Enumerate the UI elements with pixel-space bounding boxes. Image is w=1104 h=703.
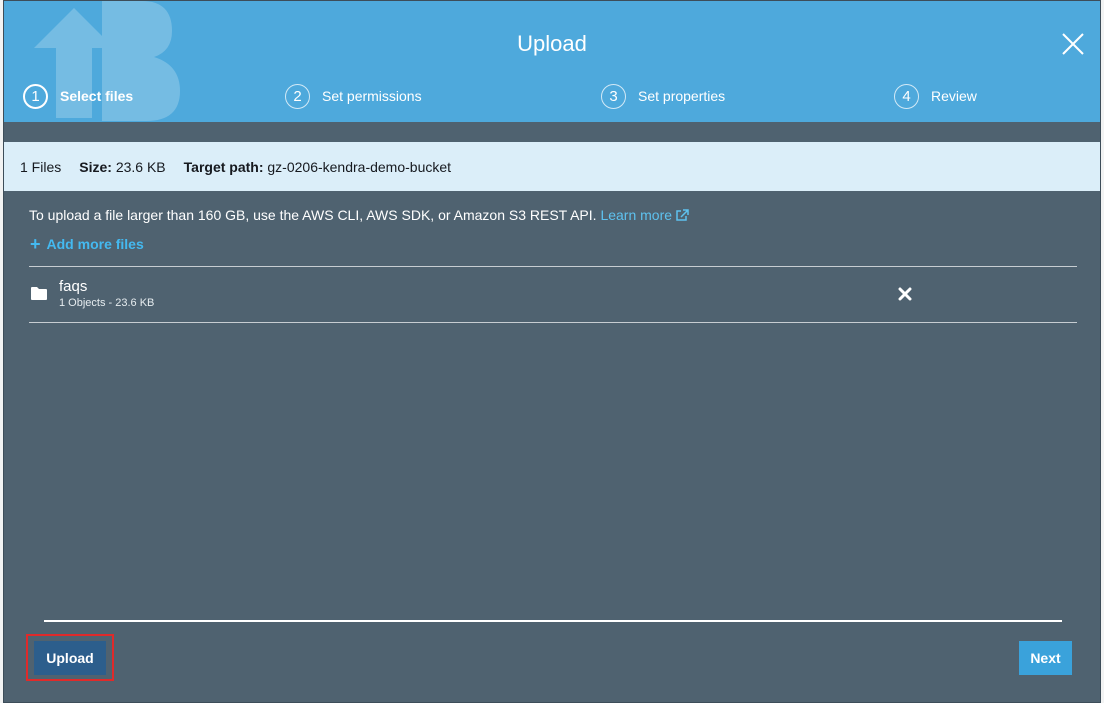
step-label: Set permissions — [322, 88, 422, 104]
step-review[interactable]: 4 Review — [894, 83, 977, 109]
add-more-files-button[interactable]: + Add more files — [30, 234, 144, 254]
file-meta: 1 Objects - 23.6 KB — [59, 297, 155, 309]
learn-more-label: Learn more — [600, 207, 673, 223]
large-file-info: To upload a file larger than 160 GB, use… — [29, 207, 689, 223]
wizard-steps: 1 Select files 2 Set permissions 3 Set p… — [4, 83, 1100, 109]
files-count: 1 Files — [20, 158, 62, 175]
add-more-files-label: Add more files — [46, 236, 144, 252]
size-value: 23.6 KB — [115, 158, 166, 175]
folder-icon — [31, 287, 47, 300]
step-label: Set properties — [638, 88, 726, 104]
step-select-files[interactable]: 1 Select files — [23, 83, 133, 109]
target-path-label: Target path: — [183, 158, 264, 175]
upload-summary-bar: 1 Files Size: 23.6 KB Target path: gz-02… — [4, 142, 1100, 191]
modal-header: Upload 1 Select files 2 Set permissions … — [4, 1, 1100, 122]
step-label: Review — [931, 88, 977, 104]
step-number: 3 — [601, 83, 626, 109]
plus-icon: + — [30, 234, 41, 254]
file-name: faqs — [59, 278, 88, 295]
footer-divider — [44, 620, 1062, 622]
step-set-properties[interactable]: 3 Set properties — [601, 83, 725, 109]
upload-modal: Upload 1 Select files 2 Set permissions … — [3, 0, 1101, 703]
close-icon[interactable] — [1060, 31, 1086, 57]
size-summary: Size: 23.6 KB — [79, 159, 165, 175]
step-number: 2 — [285, 83, 310, 109]
remove-file-icon[interactable] — [898, 287, 912, 301]
step-number: 1 — [23, 83, 48, 109]
target-path-summary: Target path: gz-0206-kendra-demo-bucket — [184, 159, 451, 175]
file-list-item: faqs 1 Objects - 23.6 KB — [29, 268, 1077, 322]
next-button[interactable]: Next — [1019, 641, 1072, 675]
learn-more-link[interactable]: Learn more — [600, 207, 689, 223]
external-link-icon — [676, 209, 689, 221]
step-number: 4 — [894, 83, 919, 109]
modal-title: Upload — [517, 31, 587, 56]
step-label: Select files — [60, 88, 134, 104]
info-text: To upload a file larger than 160 GB, use… — [29, 207, 597, 223]
file-list-bottom-divider — [29, 322, 1077, 323]
step-set-permissions[interactable]: 2 Set permissions — [285, 83, 422, 109]
size-label: Size: — [79, 158, 112, 175]
file-list-top-divider — [29, 266, 1077, 267]
upload-button[interactable]: Upload — [34, 641, 106, 675]
target-path-value: gz-0206-kendra-demo-bucket — [267, 158, 452, 175]
